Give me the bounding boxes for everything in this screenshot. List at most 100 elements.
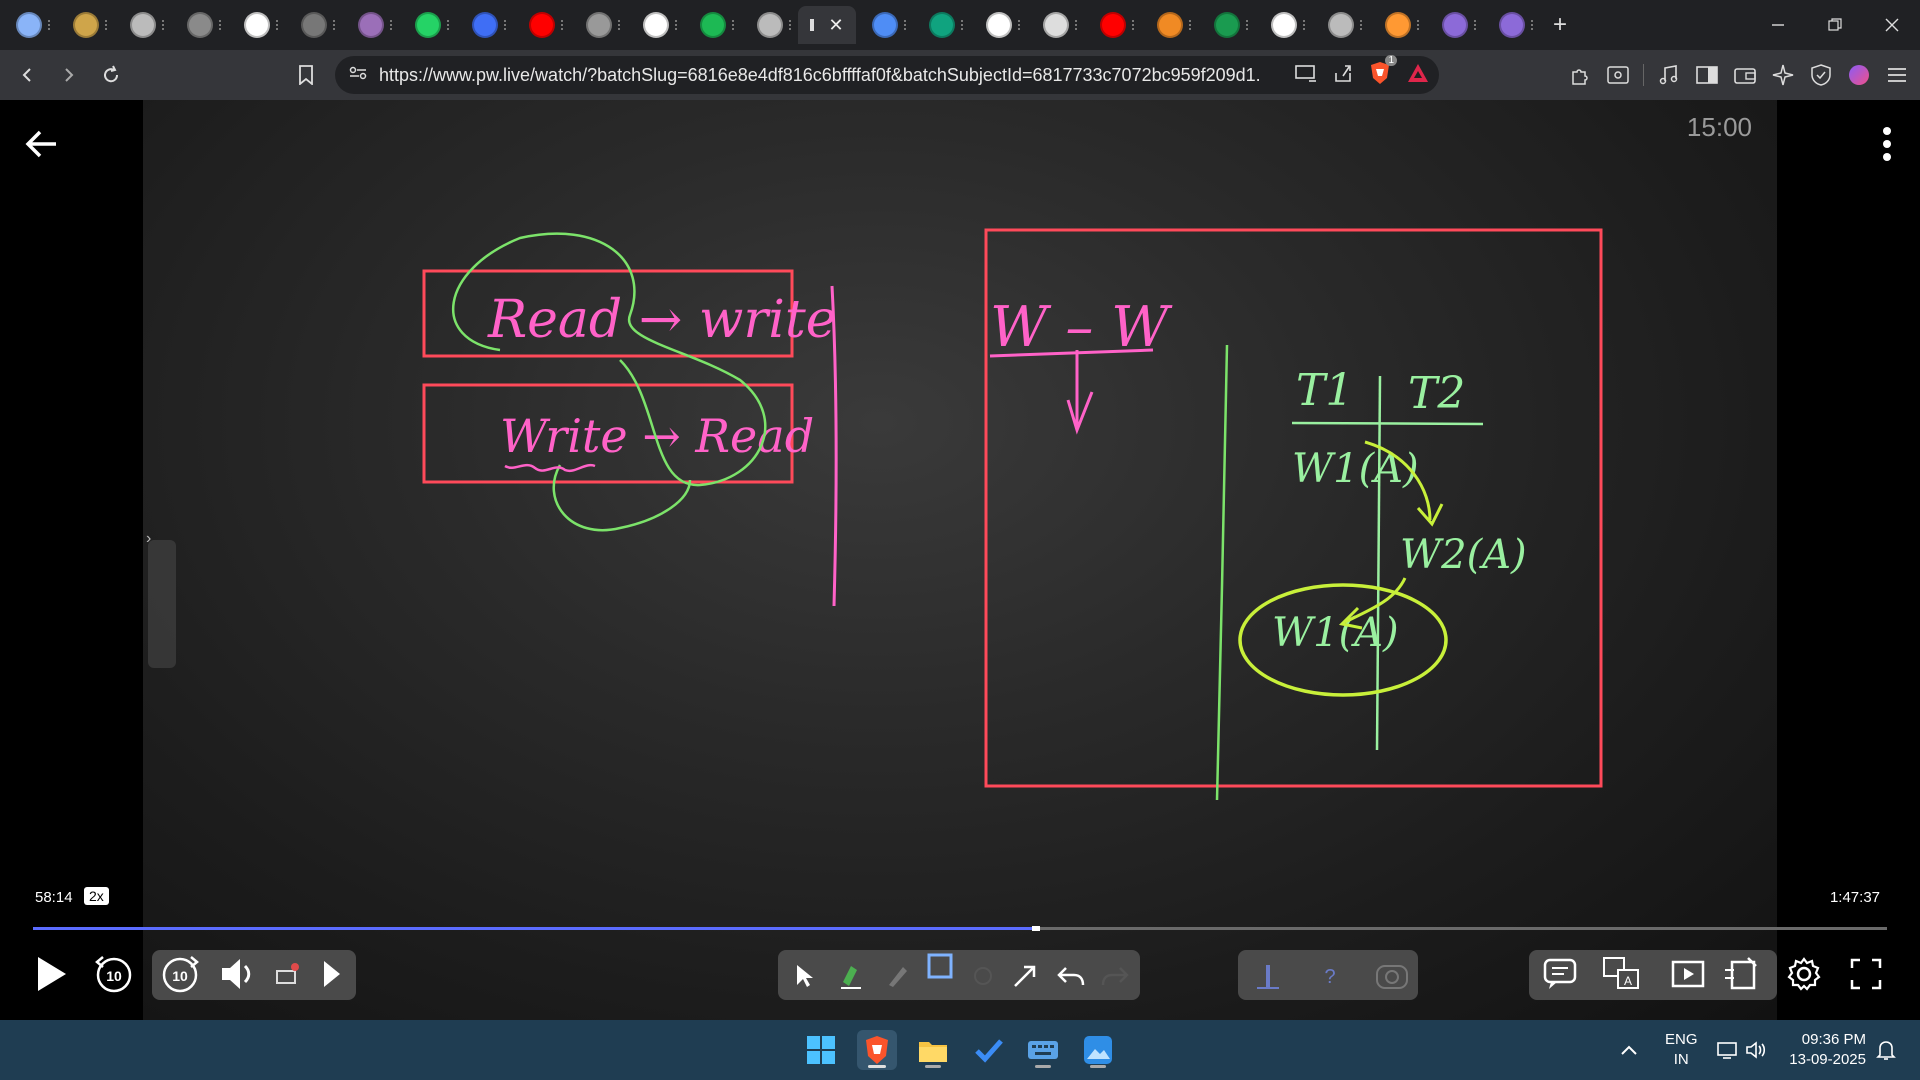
site-settings-icon[interactable]	[349, 66, 367, 85]
playback-speed[interactable]: 2x	[84, 887, 109, 905]
browser-tab[interactable]	[171, 6, 228, 44]
file-explorer-icon[interactable]	[913, 1030, 953, 1070]
seek-bar-thumb[interactable]	[1032, 926, 1041, 931]
browser-tab[interactable]	[684, 6, 741, 44]
system-clock[interactable]: 09:36 PM 13-09-2025	[1786, 1030, 1866, 1070]
vpn-icon[interactable]	[1808, 62, 1834, 88]
notes-icon[interactable]	[1720, 952, 1764, 996]
bookmark-icon[interactable]	[287, 56, 325, 94]
side-panel-handle[interactable]	[148, 540, 176, 668]
brave-shields-icon[interactable]: 1	[1369, 54, 1397, 90]
sidebar-icon[interactable]	[1694, 62, 1720, 88]
browser-tab[interactable]	[627, 6, 684, 44]
whiteboard-drawing: Read → write Write → Read W – W T1 T2 W1…	[422, 228, 1603, 801]
brave-browser-icon[interactable]	[857, 1030, 897, 1070]
back-icon[interactable]	[8, 56, 46, 94]
windows-start-icon[interactable]	[801, 1030, 841, 1070]
profile-icon[interactable]	[1846, 62, 1872, 88]
browser-tab[interactable]	[57, 6, 114, 44]
back-arrow-icon[interactable]	[22, 124, 62, 164]
play-icon[interactable]	[30, 952, 74, 996]
close-window-icon[interactable]	[1863, 0, 1920, 50]
gemini-icon	[871, 12, 898, 38]
brave-rewards-icon[interactable]	[1407, 63, 1429, 88]
browser-tab[interactable]	[1426, 6, 1483, 44]
browser-tab[interactable]	[970, 6, 1027, 44]
rewind-10-icon[interactable]: 10	[92, 952, 136, 996]
camera-icon[interactable]	[1372, 956, 1412, 996]
show-hidden-icons[interactable]	[1620, 1020, 1638, 1080]
eraser-tool-icon[interactable]	[968, 956, 998, 996]
highlighter-tool-icon[interactable]	[836, 956, 866, 996]
browser-tab[interactable]	[285, 6, 342, 44]
speaker-icon[interactable]	[1745, 1020, 1769, 1080]
browser-tab[interactable]	[342, 6, 399, 44]
browser-tab[interactable]	[513, 6, 570, 44]
todo-icon[interactable]	[969, 1030, 1009, 1070]
pointer-tool-icon[interactable]	[790, 956, 820, 996]
browser-tab[interactable]	[570, 6, 627, 44]
more-options-icon[interactable]	[1882, 126, 1892, 162]
browser-tab[interactable]	[0, 6, 57, 44]
next-icon[interactable]	[316, 952, 348, 996]
browser-tab[interactable]	[1198, 6, 1255, 44]
share-icon[interactable]	[1333, 63, 1353, 88]
arrow-tool-icon[interactable]	[1010, 956, 1040, 996]
close-tab-icon[interactable]: ✕	[828, 15, 843, 36]
notification-bell-icon[interactable]	[1876, 1020, 1896, 1080]
translate-icon[interactable]: A	[1600, 952, 1644, 996]
browser-tab[interactable]	[114, 6, 171, 44]
seek-bar[interactable]	[33, 926, 1887, 931]
new-tab-button[interactable]: +	[1540, 11, 1580, 39]
fullscreen-icon[interactable]	[1844, 952, 1888, 996]
reload-icon[interactable]	[92, 56, 130, 94]
keyboard-icon[interactable]	[1023, 1030, 1063, 1070]
leo-ai-icon[interactable]	[1770, 62, 1796, 88]
shape-tool-icon[interactable]	[922, 946, 958, 986]
chevron-right-icon[interactable]: ›	[146, 530, 151, 548]
browser-tab[interactable]	[1084, 6, 1141, 44]
menu-icon[interactable]	[1884, 62, 1910, 88]
browser-tab[interactable]	[913, 6, 970, 44]
cast-icon[interactable]	[1295, 64, 1317, 87]
address-bar[interactable]: https://www.pw.live/watch/?batchSlug=681…	[335, 54, 1439, 94]
forward-10-icon[interactable]: 10	[158, 952, 202, 996]
minimize-icon[interactable]	[1749, 0, 1806, 50]
chat-icon[interactable]	[1540, 952, 1580, 996]
record-icon[interactable]	[270, 952, 306, 996]
browser-tab[interactable]	[856, 6, 913, 44]
video-player[interactable]: Read → write Write → Read W – W T1 T2 W1…	[0, 100, 1920, 1020]
browser-tab[interactable]	[228, 6, 285, 44]
browser-tab[interactable]	[1483, 6, 1540, 44]
browser-tab[interactable]	[1369, 6, 1426, 44]
browser-tab[interactable]: ✕	[798, 6, 856, 44]
settings-gear-icon[interactable]	[1782, 952, 1826, 996]
redo-icon[interactable]	[1098, 956, 1132, 996]
browser-tab[interactable]	[1027, 6, 1084, 44]
extensions-icon[interactable]	[1567, 62, 1593, 88]
url-text[interactable]: https://www.pw.live/watch/?batchSlug=681…	[379, 65, 1259, 86]
slides-icon[interactable]	[1666, 952, 1710, 996]
tab-separator	[276, 20, 281, 30]
reader-mode-icon[interactable]	[1605, 62, 1631, 88]
doubt-icon[interactable]: ?	[1312, 956, 1348, 996]
volume-icon[interactable]	[218, 952, 262, 996]
browser-tab[interactable]	[1141, 6, 1198, 44]
browser-tab[interactable]	[456, 6, 513, 44]
photos-icon[interactable]	[1078, 1030, 1118, 1070]
poll-icon[interactable]	[1250, 956, 1286, 996]
restore-icon[interactable]	[1806, 0, 1863, 50]
browser-tab[interactable]	[741, 6, 798, 44]
pen-tool-icon[interactable]	[882, 956, 912, 996]
media-icon[interactable]	[1656, 62, 1682, 88]
browser-tab[interactable]	[399, 6, 456, 44]
network-icon[interactable]	[1717, 1020, 1739, 1080]
browser-tab[interactable]	[1255, 6, 1312, 44]
india-flag-icon	[1384, 12, 1411, 38]
undo-icon[interactable]	[1054, 956, 1088, 996]
language-indicator[interactable]: ENG IN	[1665, 1030, 1698, 1070]
wallet-icon[interactable]	[1732, 62, 1758, 88]
omnibox-actions: 1	[1295, 54, 1429, 90]
browser-tab[interactable]	[1312, 6, 1369, 44]
forward-icon[interactable]	[50, 56, 88, 94]
